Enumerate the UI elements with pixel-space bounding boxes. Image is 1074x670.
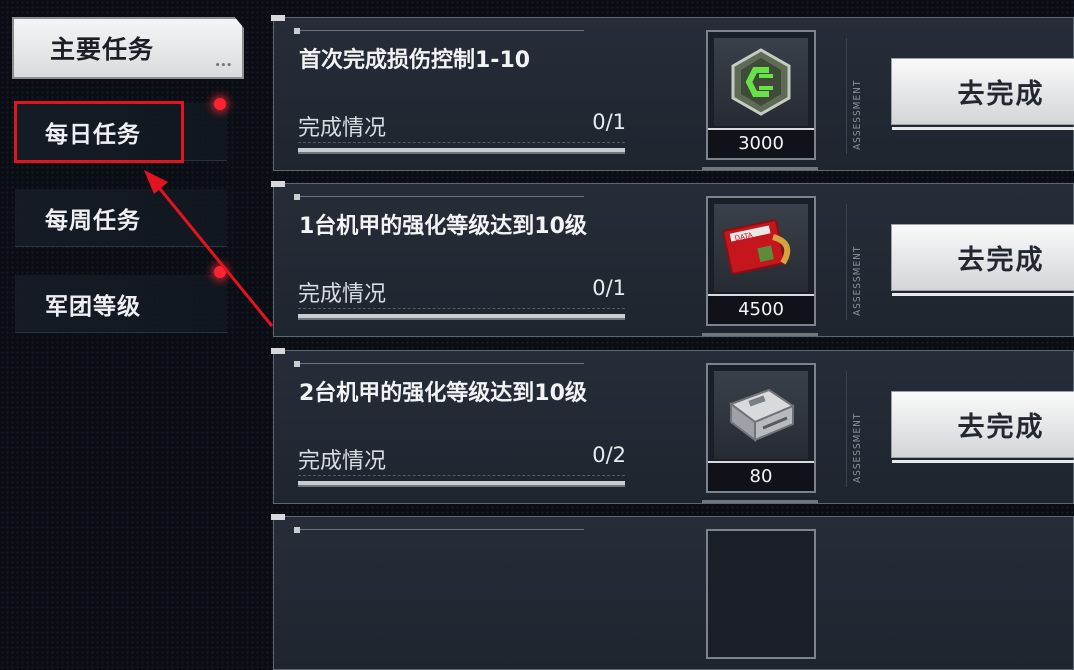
task-card: 1台机甲的强化等级达到10级 完成情况 0/1 DATA 4500 ASSESS… [271,181,1074,337]
progress-bar [298,148,625,154]
assessment-label: ASSESSMENT [852,79,863,150]
reward-amount: 3000 [708,128,814,158]
reward-stand [702,494,818,503]
progress-cap [298,142,625,145]
reward-amount: 4500 [708,294,814,324]
task-title: 首次完成损伤控制1-10 [299,48,531,73]
task-title: 2台机甲的强化等级达到10级 [299,381,587,406]
progress-cap [298,308,625,311]
progress-label: 完成情况 [298,282,387,307]
card-tag-line [294,361,584,370]
progress-count: 0/2 [592,443,626,467]
green-chip-icon [714,38,808,126]
progress-bar [298,481,625,487]
reward-item[interactable]: DATA 4500 [706,196,816,326]
go-complete-button[interactable]: 去完成 [891,391,1074,463]
data-chip-icon: DATA [714,204,808,292]
progress-label: 完成情况 [298,449,387,474]
progress-count: 0/1 [592,276,626,300]
task-title: 1台机甲的强化等级达到10级 [299,214,587,239]
task-card: 2台机甲的强化等级达到10级 完成情况 0/2 80 ASSESSMENT 去完… [271,348,1074,504]
metal-case-icon [714,371,808,459]
reward-item[interactable]: 3000 [706,30,816,160]
card-tag-line [294,527,584,536]
card-tag-line [294,194,584,203]
go-complete-button[interactable]: 去完成 [891,224,1074,296]
progress-bar [298,314,625,320]
card-tag-line [294,28,584,37]
assessment-label: ASSESSMENT [852,412,863,483]
task-card-partial [271,514,1074,670]
progress-count: 0/1 [592,110,626,134]
reward-stand [702,161,818,170]
progress-label: 完成情况 [298,116,387,141]
reward-item[interactable]: 80 [706,363,816,493]
divider [846,204,847,320]
task-card: 首次完成损伤控制1-10 完成情况 0/1 3000 ASSESSMENT 去完… [271,15,1074,171]
divider [846,371,847,487]
divider [846,38,847,154]
reward-amount: 80 [708,461,814,491]
go-complete-button[interactable]: 去完成 [891,58,1074,130]
progress-cap [298,475,625,478]
reward-item[interactable] [706,529,816,659]
assessment-label: ASSESSMENT [852,245,863,316]
reward-stand [702,327,818,336]
annotation-arrow-icon [144,170,274,327]
